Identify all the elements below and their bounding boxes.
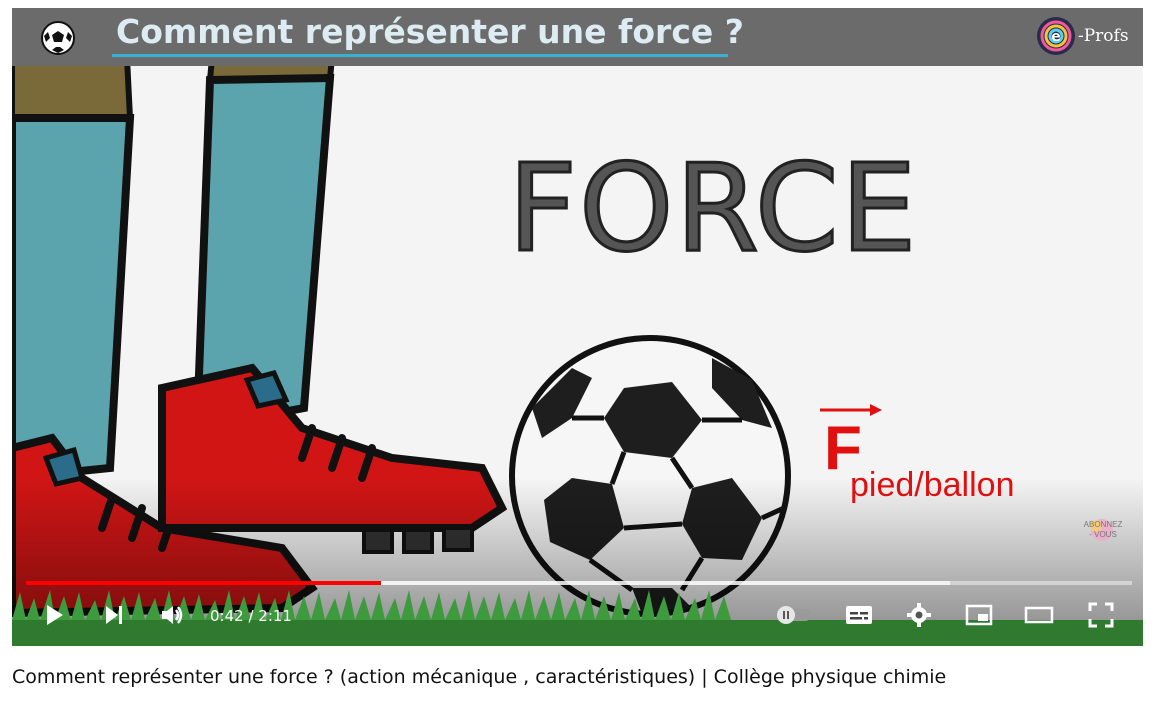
- fullscreen-icon: [1088, 602, 1114, 628]
- miniplayer-button[interactable]: [962, 601, 996, 629]
- video-player[interactable]: Comment représenter une force ? e -Profs…: [12, 8, 1143, 646]
- subscribe-line-1: ABONNEZ: [1083, 520, 1123, 529]
- subtitles-icon: [846, 606, 872, 624]
- theater-button[interactable]: [1022, 601, 1056, 629]
- force-heading: FORCE: [507, 139, 919, 281]
- theater-icon: [1024, 606, 1054, 624]
- mute-button[interactable]: [156, 601, 188, 629]
- subscribe-line-2: - VOUS: [1089, 530, 1117, 539]
- banner-title: Comment représenter une force ?: [116, 12, 744, 51]
- time-display: 0:42 / 2:11: [210, 607, 292, 625]
- subscribe-watermark[interactable]: ABONNEZ - VOUS: [1078, 520, 1128, 540]
- play-icon: [47, 605, 63, 625]
- logo-letter: e: [1051, 29, 1061, 45]
- settings-icon: [907, 603, 931, 627]
- fullscreen-button[interactable]: [1084, 601, 1118, 629]
- player-controls: 0:42 / 2:11: [12, 593, 1143, 637]
- eprofs-logo-icon: e: [1037, 17, 1075, 55]
- miniplayer-icon: [965, 604, 993, 626]
- progress-played: [26, 581, 382, 585]
- vector-subscript: pied/ballon: [850, 466, 1015, 504]
- logo-text: -Profs: [1078, 26, 1129, 46]
- title-banner: Comment représenter une force ? e -Profs: [12, 8, 1143, 66]
- autoplay-toggle[interactable]: [774, 601, 814, 629]
- video-frame: [12, 8, 1143, 646]
- play-button[interactable]: [38, 601, 70, 629]
- soccer-ball-icon: [41, 21, 75, 55]
- autoplay-toggle-icon: [777, 606, 811, 624]
- volume-icon: [162, 606, 183, 624]
- progress-bar[interactable]: [26, 581, 1132, 585]
- banner-underline: [112, 54, 728, 57]
- settings-button[interactable]: [902, 601, 936, 629]
- video-title[interactable]: Comment représenter une force ? (action …: [12, 666, 946, 688]
- subtitles-button[interactable]: [842, 601, 876, 629]
- next-button[interactable]: [98, 601, 130, 629]
- next-icon: [106, 606, 122, 624]
